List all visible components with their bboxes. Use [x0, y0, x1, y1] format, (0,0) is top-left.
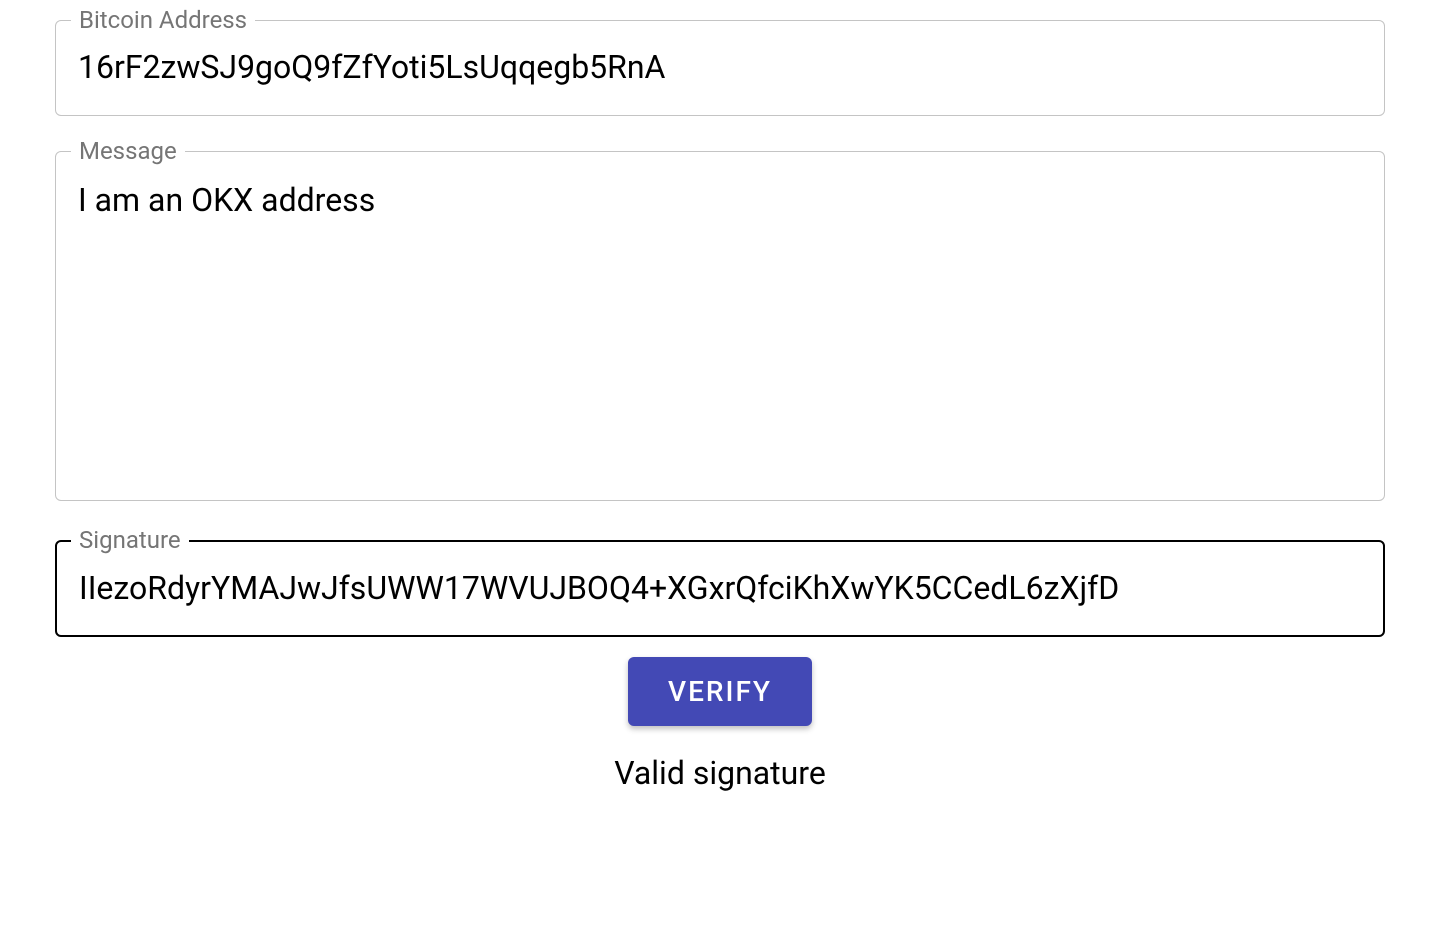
bitcoin-address-field-wrapper: Bitcoin Address: [55, 20, 1385, 116]
bitcoin-address-label: Bitcoin Address: [71, 6, 255, 34]
result-row: Valid signature: [55, 754, 1385, 792]
message-input[interactable]: [55, 151, 1385, 501]
signature-field-wrapper: Signature: [55, 540, 1385, 638]
verify-button[interactable]: VERIFY: [628, 657, 812, 726]
message-label: Message: [71, 137, 185, 165]
signature-label: Signature: [71, 526, 189, 554]
signature-verify-form: Bitcoin Address Message Signature VERIFY…: [55, 20, 1385, 792]
button-row: VERIFY: [55, 657, 1385, 726]
result-text: Valid signature: [614, 754, 826, 792]
message-field-wrapper: Message: [55, 151, 1385, 505]
bitcoin-address-input[interactable]: [55, 20, 1385, 116]
signature-input[interactable]: [55, 540, 1385, 638]
